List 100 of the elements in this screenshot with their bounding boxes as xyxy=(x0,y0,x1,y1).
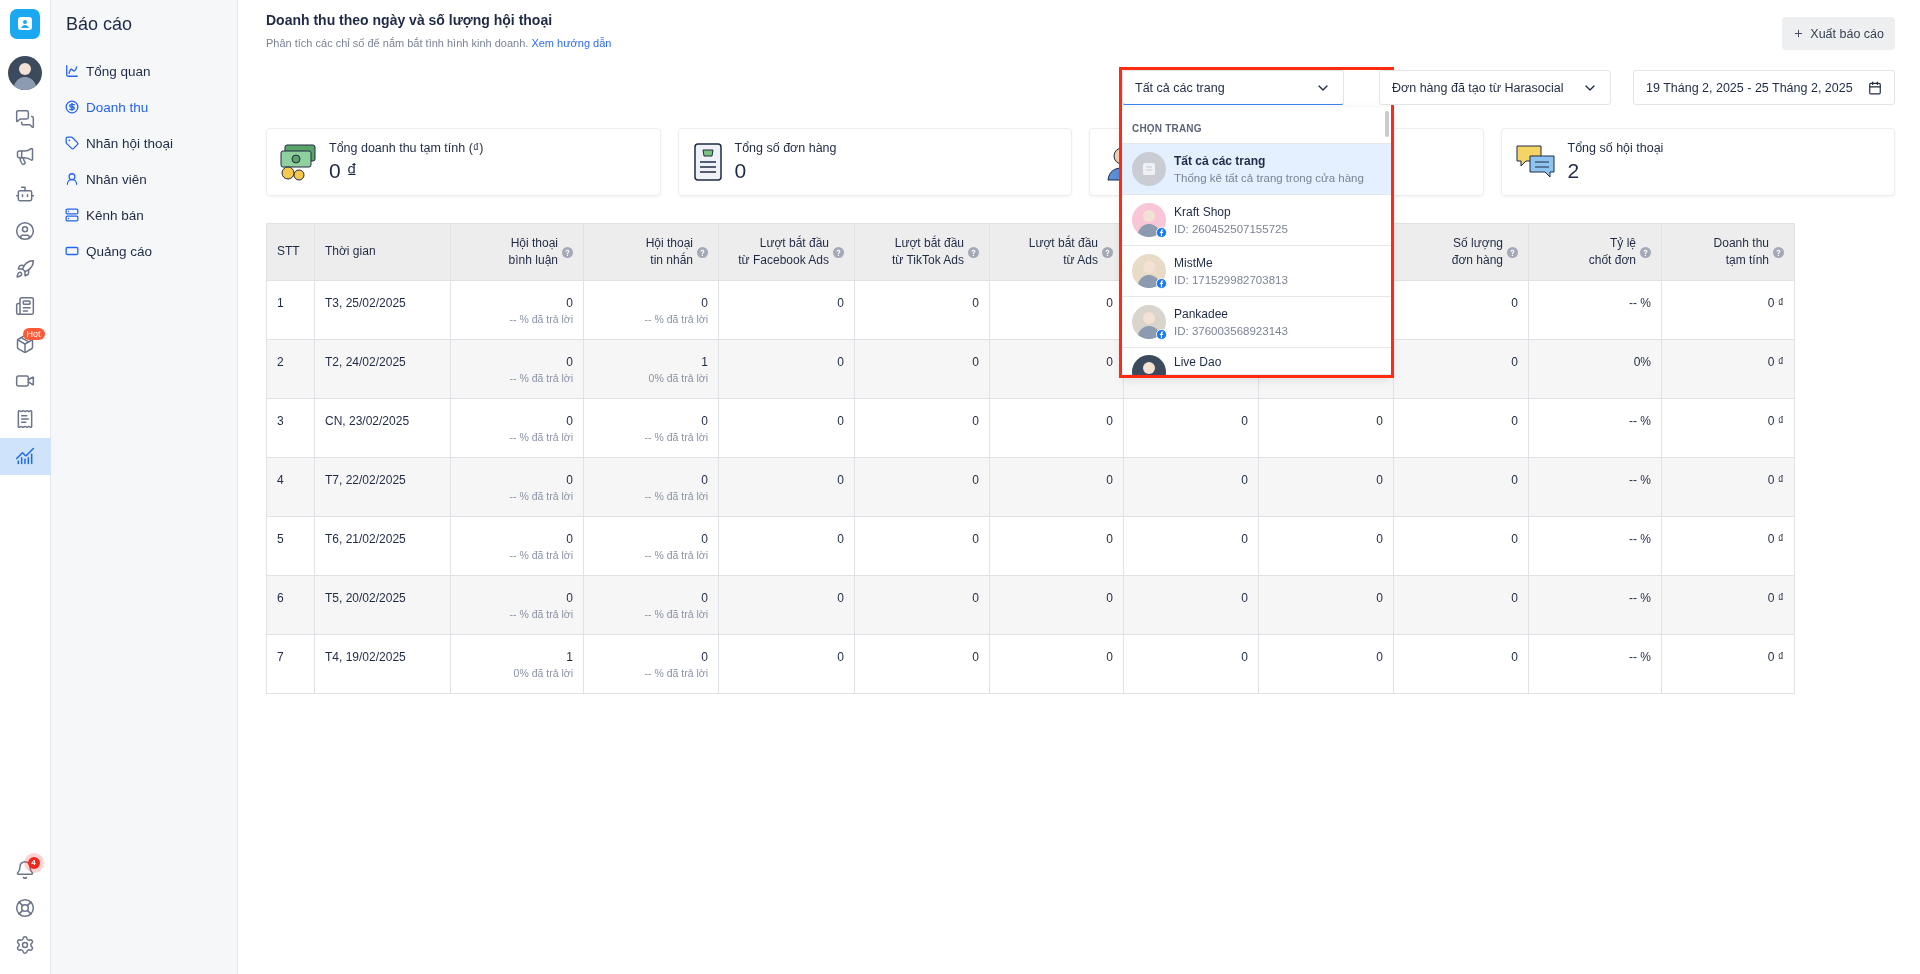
megaphone-icon xyxy=(15,146,35,167)
table-cell: -- % xyxy=(1529,635,1662,694)
cell-value: 0 xyxy=(701,473,708,487)
column-title: Hội thoại bình luận xyxy=(508,234,558,269)
table-cell: -- % xyxy=(1529,281,1662,340)
invoice-icon xyxy=(15,408,35,429)
table-cell: 0 xyxy=(1394,458,1529,517)
reply-rate: -- % đã trả lời xyxy=(509,431,573,443)
bell-icon xyxy=(15,860,35,881)
user-icon xyxy=(15,221,35,242)
nav-rail-button[interactable]: 4 xyxy=(0,851,51,889)
menu-item[interactable]: Live Dao xyxy=(1122,348,1391,375)
column-title: Thời gian xyxy=(325,243,376,261)
calendar-icon xyxy=(1868,80,1882,95)
page-select[interactable]: Tất cả các trang xyxy=(1122,70,1344,105)
table-cell: 0 xyxy=(719,281,855,340)
table-cell: 0 xyxy=(990,458,1124,517)
cell-value: 0 xyxy=(701,591,708,605)
date-range-field[interactable]: 19 Tháng 2, 2025 - 25 Tháng 2, 2025 xyxy=(1633,70,1895,105)
ad-icon xyxy=(65,244,79,258)
page-subtitle: Phân tích các chỉ số để nắm bắt tình hình kinh doanh. xyxy=(266,37,529,49)
table-cell: 0 xyxy=(719,340,855,399)
nav-rail-button[interactable] xyxy=(0,437,51,475)
table-cell: 0 xyxy=(1394,517,1529,576)
table-cell: 0 xyxy=(990,576,1124,635)
menu-item[interactable]: Tất cả các trang Thống kê tất cả trang trong cửa hàng xyxy=(1122,144,1391,195)
table-cell: 0 ₫ xyxy=(1662,340,1795,399)
menu-item[interactable]: Kraft Shop ID: 260452507155725 xyxy=(1122,195,1391,246)
cell-value: 0 xyxy=(566,591,573,605)
stat-value: 0 ₫ xyxy=(329,159,359,183)
menu-item[interactable]: Pankadee ID: 376003568923143 xyxy=(1122,297,1391,348)
menu-item[interactable]: MistMe ID: 171529982703813 xyxy=(1122,246,1391,297)
page-icon xyxy=(1132,152,1166,186)
table-cell: 0 ₫ xyxy=(1662,281,1795,340)
user-icon xyxy=(65,172,79,186)
scrollbar[interactable] xyxy=(1385,111,1389,137)
guide-link[interactable]: Xem hướng dẫn xyxy=(531,37,612,49)
stat-label: Tổng số đơn hàng xyxy=(734,141,837,155)
reply-rate: -- % đã trả lời xyxy=(644,667,708,679)
reply-rate: -- % đã trả lời xyxy=(509,372,573,384)
table-cell: CN, 23/02/2025 xyxy=(315,399,451,458)
sidebar-item[interactable]: Tổng quan xyxy=(65,53,237,89)
cell-value: 0 xyxy=(701,414,708,428)
sidebar-item[interactable]: Nhãn hội thoại xyxy=(65,125,237,161)
cell-value: 1 xyxy=(566,650,573,664)
table-cell: 0 xyxy=(1259,399,1394,458)
cell-value: 0 xyxy=(701,532,708,546)
facebook-icon xyxy=(1156,278,1167,289)
table-cell: 0 xyxy=(1124,635,1259,694)
cell-value: 1 xyxy=(701,355,708,369)
table-cell: 0 xyxy=(1394,399,1529,458)
page-detail: Thống kê tất cả trang trong cửa hàng xyxy=(1174,172,1364,184)
reply-rate: -- % đã trả lời xyxy=(509,313,573,325)
cell-value: 0 xyxy=(566,532,573,546)
sidebar-item[interactable]: Quảng cáo xyxy=(65,233,237,269)
stat-label: Tổng doanh thu tạm tính (₫) xyxy=(329,141,484,155)
column-title: STT xyxy=(277,243,300,261)
table-cell: 0 xyxy=(1394,281,1529,340)
sidebar-item[interactable]: Nhân viên xyxy=(65,161,237,197)
reply-rate: -- % đã trả lời xyxy=(509,490,573,502)
table-cell: 2 xyxy=(267,340,315,399)
stat-value: 2 xyxy=(1567,159,1581,183)
notification-badge: 4 xyxy=(27,856,40,869)
table-cell: 0 xyxy=(855,340,990,399)
table-cell: 0 xyxy=(1394,635,1529,694)
table-cell: 0 xyxy=(990,635,1124,694)
table-cell: T7, 22/02/2025 xyxy=(315,458,451,517)
cell-value: 0 xyxy=(566,355,573,369)
newspaper-icon xyxy=(15,296,35,317)
page-title: Doanh thu theo ngày và số lượng hội thoại xyxy=(266,12,554,28)
table-cell: 0 xyxy=(1394,340,1529,399)
order-select[interactable]: Đơn hàng đã tạo từ Harasocial xyxy=(1379,70,1611,105)
export-button[interactable]: Xuất báo cáo xyxy=(1782,17,1895,50)
table-cell: -- % xyxy=(1529,517,1662,576)
table-cell: 0 xyxy=(855,517,990,576)
table-cell: 6 xyxy=(267,576,315,635)
table-cell: 0 xyxy=(855,281,990,340)
reply-rate: -- % đã trả lời xyxy=(509,549,573,561)
sidebar-item[interactable]: Doanh thu xyxy=(65,89,237,125)
facebook-icon xyxy=(1156,227,1167,238)
reply-rate: -- % đã trả lời xyxy=(509,608,573,620)
reply-rate: 0% đã trả lời xyxy=(648,372,708,384)
table-cell: 0 xyxy=(1124,458,1259,517)
page-detail: ID: 260452507155725 xyxy=(1174,223,1288,235)
table-cell: 0 xyxy=(855,458,990,517)
column-title: Lượt bắt đầu từ TikTok Ads xyxy=(891,234,964,269)
table-cell: 0 xyxy=(1259,517,1394,576)
sidebar-title: Báo cáo xyxy=(66,14,134,35)
table-cell: 0 xyxy=(1394,576,1529,635)
table-cell: T6, 21/02/2025 xyxy=(315,517,451,576)
column-title: Hội thoại tin nhắn xyxy=(645,234,693,269)
table-cell: 0 xyxy=(855,399,990,458)
sidebar-item[interactable]: Kênh bán xyxy=(65,197,237,233)
cell-value: 0 xyxy=(701,650,708,664)
dollar-icon xyxy=(65,100,79,114)
cell-value: 0 xyxy=(701,296,708,310)
app-logo[interactable] xyxy=(10,9,40,39)
table-cell: 0 xyxy=(1124,399,1259,458)
table-cell: 0 xyxy=(719,576,855,635)
table-cell: 0 xyxy=(990,399,1124,458)
